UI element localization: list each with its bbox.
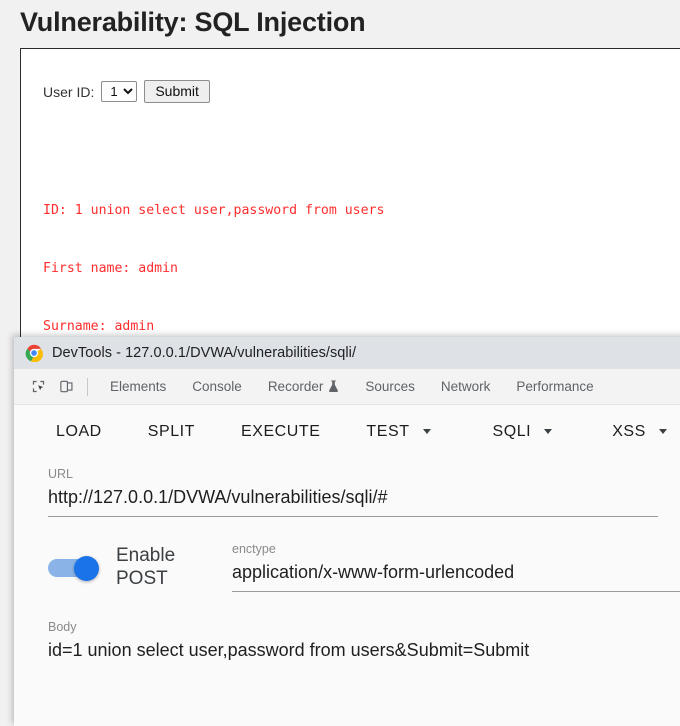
button-label: TEST	[366, 422, 410, 440]
chevron-down-icon	[422, 429, 431, 434]
enctype-field-value[interactable]: application/x-www-form-urlencoded	[232, 558, 680, 586]
split-button[interactable]: SPLIT	[142, 417, 201, 447]
user-id-label: User ID:	[43, 83, 95, 100]
tab-performance[interactable]: Performance	[503, 375, 606, 398]
post-settings-row: Enable POST enctype application/x-www-fo…	[14, 541, 680, 592]
enable-post-label-line1: Enable	[116, 544, 176, 566]
enctype-field-label: enctype	[232, 542, 276, 556]
user-id-form: User ID: 1 Submit	[21, 49, 680, 103]
result-surname-line: Surname: admin	[43, 319, 155, 335]
devtools-titlebar[interactable]: DevTools - 127.0.0.1/DVWA/vulnerabilitie…	[14, 337, 680, 369]
load-button[interactable]: LOAD	[50, 417, 108, 447]
url-field[interactable]: URL http://127.0.0.1/DVWA/vulnerabilitie…	[14, 466, 680, 517]
tab-label: Sources	[365, 379, 415, 394]
body-field[interactable]: Body id=1 union select user,password fro…	[14, 619, 680, 664]
body-field-label: Body	[48, 620, 77, 634]
enable-post-toggle[interactable]	[48, 555, 102, 581]
xss-menu-button[interactable]: XSS	[606, 417, 673, 447]
enable-post-label: Enable POST	[116, 544, 188, 590]
device-toolbar-icon[interactable]	[52, 374, 80, 400]
test-menu-button[interactable]: TEST	[360, 417, 436, 447]
enctype-field-underline	[232, 591, 680, 592]
toggle-knob	[74, 555, 99, 581]
screenshot-root: Vulnerability: SQL Injection User ID: 1 …	[0, 0, 680, 726]
extension-toolbar: LOAD SPLIT EXECUTE TEST SQLI XSS	[14, 405, 680, 458]
flask-icon	[328, 380, 339, 393]
tab-recorder[interactable]: Recorder	[255, 375, 353, 398]
tab-label: Recorder	[267, 379, 324, 394]
user-id-select[interactable]: 1	[101, 81, 138, 102]
inspect-element-icon[interactable]	[24, 374, 52, 400]
execute-button[interactable]: EXECUTE	[235, 417, 326, 447]
tab-elements[interactable]: Elements	[97, 375, 179, 398]
tab-network[interactable]: Network	[428, 375, 504, 398]
tab-console[interactable]: Console	[179, 375, 255, 398]
page-title: Vulnerability: SQL Injection	[20, 7, 366, 37]
tab-label: Network	[440, 379, 491, 394]
button-label: XSS	[612, 422, 646, 440]
button-label: SQLI	[492, 422, 532, 440]
url-field-underline	[48, 516, 658, 517]
result-first-name-line: First name: admin	[43, 260, 178, 276]
chrome-logo-icon	[25, 344, 43, 362]
button-label: SPLIT	[147, 422, 195, 440]
url-field-value[interactable]: http://127.0.0.1/DVWA/vulnerabilities/sq…	[48, 483, 658, 511]
body-field-value[interactable]: id=1 union select user,password from use…	[48, 636, 658, 664]
url-field-label: URL	[48, 467, 74, 481]
chevron-down-icon	[658, 429, 667, 434]
result-id-line: ID: 1 union select user,password from us…	[43, 202, 385, 218]
tab-label: Performance	[516, 379, 594, 394]
chevron-down-icon	[544, 429, 553, 434]
tab-sources[interactable]: Sources	[352, 375, 428, 398]
extension-panel: LOAD SPLIT EXECUTE TEST SQLI XSS URL htt…	[14, 405, 680, 726]
tabbar-divider	[87, 377, 88, 396]
tab-label: Console	[192, 379, 242, 394]
devtools-window-title: DevTools - 127.0.0.1/DVWA/vulnerabilitie…	[52, 345, 357, 361]
devtools-tabbar: Elements Console Recorder Sources Networ…	[14, 369, 680, 405]
tab-label: Elements	[110, 379, 167, 394]
button-label: EXECUTE	[241, 422, 321, 440]
button-label: LOAD	[56, 422, 102, 440]
sqli-menu-button[interactable]: SQLI	[487, 417, 559, 447]
devtools-window: DevTools - 127.0.0.1/DVWA/vulnerabilitie…	[14, 337, 680, 726]
enable-post-label-line2: POST	[116, 567, 168, 589]
enctype-field[interactable]: enctype application/x-www-form-urlencode…	[198, 541, 680, 592]
submit-button[interactable]: Submit	[144, 80, 210, 103]
